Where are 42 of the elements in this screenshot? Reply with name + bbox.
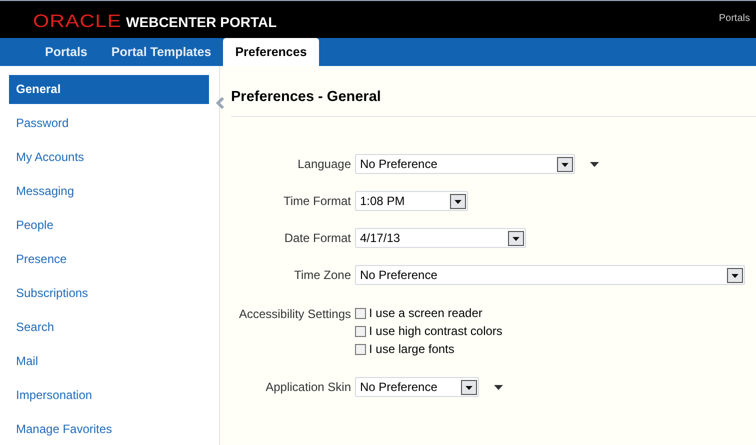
caret-icon[interactable] bbox=[494, 384, 503, 390]
dropdown-icon[interactable] bbox=[461, 380, 477, 394]
product-name: WEBCENTER PORTAL bbox=[126, 14, 277, 30]
select-field[interactable]: 1:08 PM bbox=[355, 191, 468, 211]
checkbox[interactable] bbox=[355, 308, 366, 318]
sidebar-item[interactable]: My Accounts bbox=[9, 143, 209, 172]
field-label: Time Zone bbox=[293, 268, 351, 282]
sidebar-item[interactable]: Mail bbox=[9, 347, 209, 376]
dropdown-icon[interactable] bbox=[508, 230, 524, 246]
sidebar-item[interactable]: People bbox=[9, 211, 209, 240]
select-field[interactable]: No Preference bbox=[355, 154, 575, 174]
page-title: Preferences - General bbox=[231, 66, 756, 117]
sidebar-item[interactable]: Presence bbox=[9, 245, 209, 274]
sidebar-item[interactable]: General bbox=[9, 75, 209, 104]
brand-logo: ORACLE bbox=[33, 11, 122, 32]
field-label: Date Format bbox=[283, 231, 351, 245]
dropdown-icon[interactable] bbox=[450, 194, 466, 208]
caret-icon[interactable] bbox=[590, 162, 599, 166]
sidebar-item[interactable]: Manage Favorites bbox=[9, 415, 209, 444]
sidebar-item[interactable]: Search bbox=[9, 313, 209, 342]
field-label: Time Format bbox=[282, 194, 351, 208]
field-label: Application Skin bbox=[264, 380, 351, 394]
field-label: Accessibility Settings bbox=[238, 306, 351, 321]
tab[interactable]: Portals bbox=[33, 38, 100, 66]
tab[interactable]: Preferences bbox=[223, 38, 319, 66]
checkbox[interactable] bbox=[355, 344, 366, 354]
select-field[interactable]: 4/17/13 bbox=[355, 228, 526, 248]
sidebar-item[interactable]: Password bbox=[9, 109, 209, 138]
checkbox-label: I use high contrast colors bbox=[369, 324, 502, 338]
tab[interactable]: Portal Templates bbox=[99, 38, 224, 66]
dropdown-icon[interactable] bbox=[557, 156, 573, 172]
checkbox-label: I use a screen reader bbox=[369, 306, 482, 320]
portals-link[interactable]: Portals bbox=[718, 13, 750, 24]
field-label: Language bbox=[296, 157, 351, 171]
select-field[interactable]: No Preference bbox=[355, 377, 479, 397]
sidebar-item[interactable]: Messaging bbox=[9, 177, 209, 206]
dropdown-icon[interactable] bbox=[727, 268, 743, 282]
select-field[interactable]: No Preference bbox=[355, 265, 745, 285]
sidebar-item[interactable]: Impersonation bbox=[9, 381, 209, 410]
checkbox[interactable] bbox=[355, 326, 366, 336]
sidebar-item[interactable]: Subscriptions bbox=[9, 279, 209, 308]
checkbox-label: I use large fonts bbox=[369, 342, 454, 356]
